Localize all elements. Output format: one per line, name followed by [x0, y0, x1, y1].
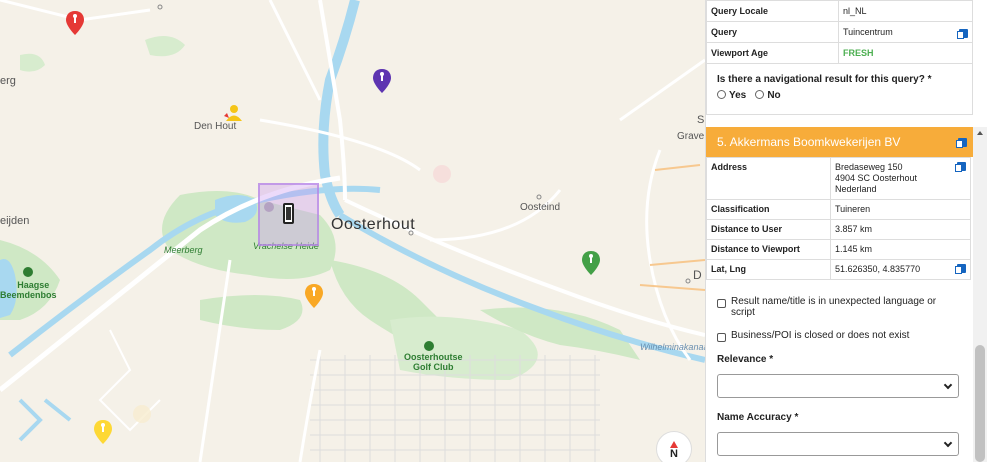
- query-value: Tuincentrum: [843, 26, 893, 37]
- classification-key: Classification: [706, 199, 831, 220]
- relevance-select[interactable]: [717, 374, 959, 398]
- query-locale-key: Query Locale: [706, 0, 839, 22]
- yes-radio-option[interactable]: Yes: [717, 90, 746, 101]
- table-row: Classification Tuineren: [706, 199, 971, 220]
- map-label-d: D: [693, 268, 702, 282]
- result-title: 5. Akkermans Boomkwekerijen BV: [717, 135, 901, 149]
- language-checkbox-row[interactable]: Result name/title is in unexpected langu…: [717, 296, 962, 318]
- map-label-erg: erg: [0, 75, 16, 87]
- table-row: Query Locale nl_NL: [706, 0, 973, 22]
- red-pin-icon[interactable]: [65, 10, 85, 36]
- query-locale-value: nl_NL: [838, 0, 973, 22]
- map-label-golf-club: Oosterhoutse Golf Club: [404, 352, 463, 372]
- copy-icon[interactable]: [955, 264, 966, 274]
- latlng-value: 51.626350, 4.835770: [835, 264, 921, 274]
- panel-scrollbar[interactable]: [973, 127, 987, 462]
- query-key: Query: [706, 21, 839, 43]
- phone-icon: [283, 203, 294, 224]
- table-row: Query Tuincentrum: [706, 21, 973, 43]
- latlng-key: Lat, Lng: [706, 259, 831, 280]
- green-pin-icon[interactable]: [581, 250, 601, 276]
- compass-button[interactable]: N: [656, 431, 692, 462]
- evaluation-form: Result name/title is in unexpected langu…: [706, 280, 973, 456]
- language-checkbox-label: Result name/title is in unexpected langu…: [731, 296, 937, 318]
- relevance-label: Relevance *: [717, 354, 774, 365]
- result-card: 5. Akkermans Boomkwekerijen BV Address B…: [706, 127, 973, 462]
- table-row: Viewport Age FRESH: [706, 42, 973, 64]
- yes-radio[interactable]: [717, 90, 726, 99]
- navigational-question-text: Is there a navigational result for this …: [717, 74, 932, 85]
- distance-viewport-key: Distance to Viewport: [706, 239, 831, 260]
- closed-checkbox[interactable]: [717, 333, 726, 342]
- table-row: Distance to User 3.857 km: [706, 219, 971, 240]
- map-label-oosteind: Oosteind: [520, 202, 561, 213]
- viewport-age-value: FRESH: [838, 42, 973, 64]
- no-radio[interactable]: [755, 90, 765, 99]
- chevron-down-icon: [943, 438, 953, 448]
- classification-value: Tuineren: [830, 199, 971, 220]
- viewport-age-key: Viewport Age: [706, 42, 839, 64]
- chevron-down-icon: [943, 380, 953, 390]
- table-row: Distance to Viewport 1.145 km: [706, 239, 971, 260]
- language-checkbox[interactable]: [717, 299, 726, 308]
- map-label-s: S: [697, 114, 705, 126]
- person-icon: [224, 105, 242, 121]
- result-header: 5. Akkermans Boomkwekerijen BV: [706, 127, 973, 157]
- compass-arrow-icon: [670, 441, 678, 448]
- latlng-value-cell: 51.626350, 4.835770: [830, 259, 971, 280]
- result-details-table: Address Bredaseweg 150 4904 SC Oosterhou…: [706, 157, 971, 280]
- no-radio-option[interactable]: No: [755, 90, 781, 101]
- table-row: Lat, Lng 51.626350, 4.835770: [706, 259, 971, 280]
- map-label-eijden: eijden: [0, 215, 30, 227]
- map-view[interactable]: erg Den Hout Oosterhout Oosteind Grave e…: [0, 0, 705, 462]
- map-label-den-hout: Den Hout: [194, 121, 237, 132]
- scroll-up-icon[interactable]: [977, 131, 983, 135]
- evaluation-panel: Query Locale nl_NL Query Tuincentrum Vie…: [705, 0, 987, 462]
- orange-pin-icon[interactable]: [304, 283, 324, 309]
- map-label-wilhelminakanaal: Wilhelminakanaa: [640, 342, 705, 352]
- copy-icon[interactable]: [956, 138, 967, 148]
- map-label-oosterhout: Oosterhout: [331, 216, 416, 233]
- query-info-table: Query Locale nl_NL Query Tuincentrum Vie…: [706, 0, 973, 64]
- map-label-graven: Grave: [677, 131, 705, 142]
- scrollbar-thumb[interactable]: [975, 345, 985, 462]
- name-accuracy-label: Name Accuracy *: [717, 412, 799, 423]
- closed-checkbox-label: Business/POI is closed or does not exist: [731, 330, 910, 341]
- copy-icon[interactable]: [957, 28, 968, 39]
- yellow-pin-icon[interactable]: [93, 419, 113, 445]
- map-label-haagse-beemdenbos: Haagse Beemdenbos: [0, 280, 57, 300]
- name-accuracy-select[interactable]: [717, 432, 959, 456]
- distance-user-value: 3.857 km: [830, 219, 971, 240]
- compass-label: N: [670, 448, 678, 460]
- query-value-cell: Tuincentrum: [838, 21, 973, 43]
- purple-pin-icon[interactable]: [372, 68, 392, 94]
- table-row: Address Bredaseweg 150 4904 SC Oosterhou…: [706, 157, 971, 200]
- closed-checkbox-row[interactable]: Business/POI is closed or does not exist: [717, 330, 962, 342]
- copy-icon[interactable]: [955, 162, 966, 172]
- navigational-question: Is there a navigational result for this …: [706, 64, 973, 115]
- distance-user-key: Distance to User: [706, 219, 831, 240]
- map-label-meerberg: Meerberg: [164, 245, 203, 255]
- address-key: Address: [706, 157, 831, 200]
- address-value: Bredaseweg 150 4904 SC Oosterhout Nederl…: [830, 157, 971, 200]
- distance-viewport-value: 1.145 km: [830, 239, 971, 260]
